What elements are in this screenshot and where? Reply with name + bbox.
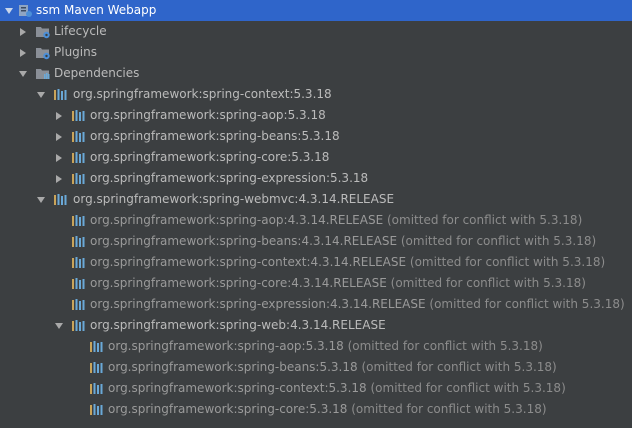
tree-row-dependency[interactable]: org.springframework:spring-context:4.3.1…: [0, 252, 632, 273]
dependency-label: org.springframework:spring-aop:4.3.14.RE…: [90, 213, 384, 227]
maven-folder-icon: [35, 45, 51, 61]
triangle-down-icon[interactable]: [35, 189, 47, 210]
dependency-label: org.springframework:spring-aop:5.3.18: [90, 108, 326, 122]
library-bars-icon: [89, 360, 105, 376]
tree-row-root[interactable]: ssm Maven Webapp: [0, 0, 632, 21]
conflict-note: (omitted for conflict with 5.3.18): [409, 255, 606, 269]
dependency-label: org.springframework:spring-expression:4.…: [90, 297, 426, 311]
library-bars-icon: [71, 234, 87, 250]
triangle-right-icon[interactable]: [53, 147, 65, 168]
maven-folder-icon: [35, 66, 51, 82]
library-bars-icon: [71, 297, 87, 313]
dependency-label: org.springframework:spring-core:4.3.14.R…: [90, 276, 387, 290]
triangle-down-icon[interactable]: [53, 315, 65, 336]
triangle-right-icon[interactable]: [17, 42, 29, 63]
tree-row-dependency[interactable]: org.springframework:spring-webmvc:4.3.14…: [0, 189, 632, 210]
triangle-down-icon[interactable]: [17, 63, 29, 84]
library-bars-icon: [71, 150, 87, 166]
library-bars-icon: [53, 87, 69, 103]
dependency-label: org.springframework:spring-expression:5.…: [90, 171, 369, 185]
tree-row-lifecycle[interactable]: Lifecycle: [0, 21, 632, 42]
tree-row-dependency[interactable]: org.springframework:spring-beans:5.3.18: [0, 126, 632, 147]
dependency-label: org.springframework:spring-context:5.3.1…: [73, 87, 332, 101]
library-bars-icon: [71, 318, 87, 334]
library-bars-icon: [71, 255, 87, 271]
library-bars-icon: [71, 171, 87, 187]
tree-row-dependency[interactable]: org.springframework:spring-beans:4.3.14.…: [0, 231, 632, 252]
tree-row-dependency[interactable]: org.springframework:spring-aop:5.3.18 (o…: [0, 336, 632, 357]
triangle-right-icon[interactable]: [53, 105, 65, 126]
library-bars-icon: [89, 339, 105, 355]
tree-label-dependencies: Dependencies: [54, 66, 140, 80]
dependency-label: org.springframework:spring-web:4.3.14.RE…: [90, 318, 386, 332]
conflict-note: (omitted for conflict with 5.3.18): [400, 234, 597, 248]
tree-row-dependency[interactable]: org.springframework:spring-web:4.3.14.RE…: [0, 315, 632, 336]
library-bars-icon: [89, 381, 105, 397]
tree-label-lifecycle: Lifecycle: [54, 24, 107, 38]
conflict-note: (omitted for conflict with 5.3.18): [361, 360, 557, 374]
conflict-note: (omitted for conflict with 5.3.18): [390, 276, 586, 290]
tree-row-plugins[interactable]: Plugins: [0, 42, 632, 63]
maven-folder-icon: [35, 24, 51, 40]
library-bars-icon: [53, 192, 69, 208]
tree-row-dependency[interactable]: org.springframework:spring-context:5.3.1…: [0, 378, 632, 399]
conflict-note: (omitted for conflict with 5.3.18): [351, 402, 547, 416]
library-bars-icon: [71, 213, 87, 229]
tree-row-dependency[interactable]: org.springframework:spring-expression:5.…: [0, 168, 632, 189]
tree-label-root: ssm Maven Webapp: [36, 3, 157, 17]
tree-row-dependency[interactable]: org.springframework:spring-aop:4.3.14.RE…: [0, 210, 632, 231]
dependency-label: org.springframework:spring-core:5.3.18: [90, 150, 330, 164]
library-bars-icon: [89, 402, 105, 418]
triangle-right-icon[interactable]: [53, 126, 65, 147]
dependency-label: org.springframework:spring-beans:5.3.18: [90, 129, 340, 143]
dependency-label: org.springframework:spring-core:5.3.18: [108, 402, 348, 416]
dependency-label: org.springframework:spring-webmvc:4.3.14…: [73, 192, 395, 206]
tree-row-dependency[interactable]: org.springframework:spring-aop:5.3.18: [0, 105, 632, 126]
library-bars-icon: [71, 108, 87, 124]
conflict-note: (omitted for conflict with 5.3.18): [386, 213, 583, 227]
tree-row-dependency[interactable]: org.springframework:spring-expression:4.…: [0, 294, 632, 315]
tree-row-dependencies[interactable]: Dependencies: [0, 63, 632, 84]
tree-row-dependency[interactable]: org.springframework:spring-context:5.3.1…: [0, 84, 632, 105]
triangle-down-icon[interactable]: [3, 0, 15, 21]
conflict-note: (omitted for conflict with 5.3.18): [429, 297, 625, 311]
library-bars-icon: [71, 129, 87, 145]
dependency-label: org.springframework:spring-beans:5.3.18: [108, 360, 358, 374]
tree-row-dependency[interactable]: org.springframework:spring-core:5.3.18 (…: [0, 399, 632, 420]
dependency-label: org.springframework:spring-context:4.3.1…: [90, 255, 407, 269]
tree-row-dependency[interactable]: org.springframework:spring-core:5.3.18: [0, 147, 632, 168]
conflict-note: (omitted for conflict with 5.3.18): [347, 339, 543, 353]
dependency-label: org.springframework:spring-context:5.3.1…: [108, 381, 367, 395]
triangle-right-icon[interactable]: [53, 168, 65, 189]
tree-row-dependency[interactable]: org.springframework:spring-core:4.3.14.R…: [0, 273, 632, 294]
tree-row-dependency[interactable]: org.springframework:spring-beans:5.3.18 …: [0, 357, 632, 378]
maven-module-icon: [17, 3, 33, 19]
triangle-right-icon[interactable]: [17, 21, 29, 42]
library-bars-icon: [71, 276, 87, 292]
conflict-note: (omitted for conflict with 5.3.18): [370, 381, 566, 395]
maven-project-tree: ssm Maven Webapp Lifecycle Plugins Depen…: [0, 0, 632, 420]
triangle-down-icon[interactable]: [35, 84, 47, 105]
dependency-label: org.springframework:spring-beans:4.3.14.…: [90, 234, 398, 248]
tree-label-plugins: Plugins: [54, 45, 97, 59]
dependency-label: org.springframework:spring-aop:5.3.18: [108, 339, 344, 353]
